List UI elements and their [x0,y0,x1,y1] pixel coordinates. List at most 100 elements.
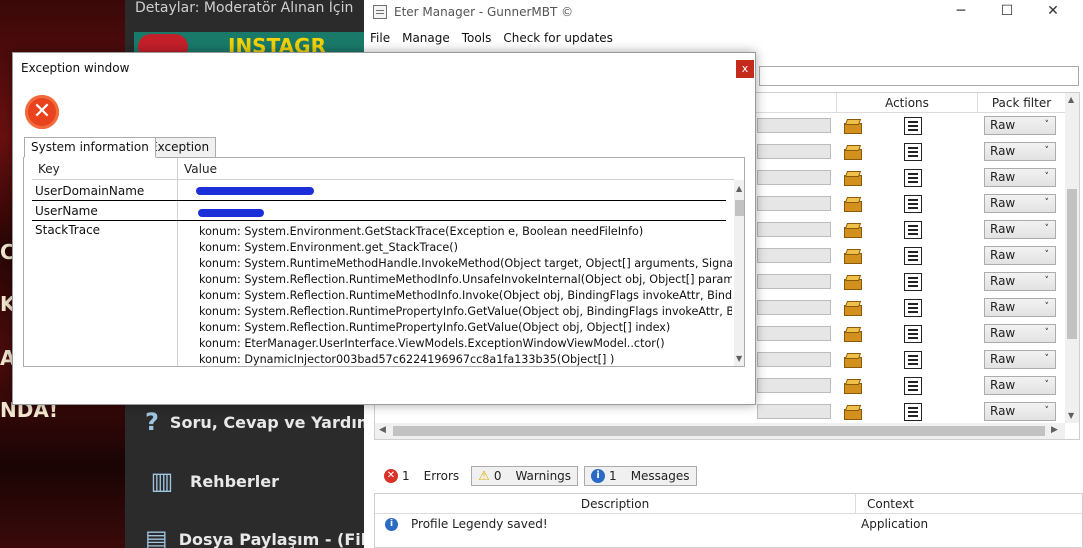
table-row[interactable]: UserName [32,202,726,221]
pack-filter-select[interactable]: Raw ˅ [984,194,1056,213]
nav-item-help[interactable]: ? Soru, Cevap ve Yardım [145,406,366,438]
messages-toggle[interactable]: i 1 Messages [584,466,697,486]
menu-check-updates[interactable]: Check for updates [497,28,619,48]
description-column-header[interactable]: Description [375,494,855,514]
warnings-toggle[interactable]: ⚠ 0 Warnings [471,466,579,486]
box-icon[interactable] [843,247,863,265]
file-icon: ▤ [145,525,168,548]
box-icon[interactable] [843,195,863,213]
box-icon[interactable] [843,169,863,187]
list-icon[interactable] [904,169,922,187]
list-icon[interactable] [904,299,922,317]
maximize-button[interactable]: ☐ [984,0,1030,24]
scroll-left-icon[interactable]: ◀ [379,425,386,435]
box-icon[interactable] [843,143,863,161]
box-icon[interactable] [843,403,863,421]
table-row[interactable]: UserDomainName [32,182,726,201]
message-context: Application [861,517,929,531]
box-icon[interactable] [843,221,863,239]
scroll-down-icon[interactable]: ▼ [736,354,742,363]
minimize-button[interactable]: ─ [938,0,984,24]
select-value: Raw [990,300,1016,314]
stack-trace-line: konum: System.Environment.GetStackTrace(… [199,225,644,238]
scroll-up-icon[interactable]: ▲ [736,184,742,193]
nav-item-label: Rehberler [190,471,279,491]
scroll-down-icon[interactable]: ▼ [1068,411,1074,420]
messages-table: Description Context i Profile Legendy sa… [374,493,1083,548]
errors-toggle[interactable]: ✕ 1 Errors [378,466,465,486]
pack-filter-select[interactable]: Raw ˅ [984,350,1056,369]
list-icon[interactable] [904,273,922,291]
pack-filter-select[interactable]: Raw ˅ [984,324,1056,343]
vertical-scrollbar[interactable]: ▲ ▼ [734,180,744,366]
box-icon[interactable] [843,273,863,291]
info-icon: i [591,469,606,483]
list-icon[interactable] [904,377,922,395]
progress-bar [757,118,831,133]
pack-filter-select[interactable]: Raw ˅ [984,298,1056,317]
pack-filter-select[interactable]: Raw ˅ [984,246,1056,265]
pack-filter-select[interactable]: Raw ˅ [984,402,1056,421]
chevron-down-icon: ˅ [1044,354,1050,364]
value-column-header[interactable]: Value [177,158,727,180]
title-bar[interactable]: Eter Manager - GunnerMBT © ─ ☐ ✕ [364,0,1083,24]
list-icon[interactable] [904,143,922,161]
pack-filter-select[interactable]: Raw ˅ [984,376,1056,395]
close-button[interactable]: x [736,60,754,78]
pack-filter-select[interactable]: Raw ˅ [984,272,1056,291]
list-icon[interactable] [904,351,922,369]
pack-filter-select[interactable]: Raw ˅ [984,168,1056,187]
nav-item-label: Dosya Paylaşım - (File [178,529,366,548]
chevron-down-icon: ˅ [1044,172,1050,182]
vertical-scrollbar[interactable]: ▲ ▼ [1065,93,1079,423]
scroll-thumb[interactable] [1067,189,1077,339]
box-icon[interactable] [843,377,863,395]
scroll-right-icon[interactable]: ▶ [1051,425,1058,435]
nav-item-guides[interactable]: ▥ Rehberler [145,465,366,497]
search-input[interactable] [759,66,1079,86]
app-icon [373,5,387,19]
stack-trace-line: konum: EterManager.UserInterface.ViewMod… [199,337,665,350]
menu-file[interactable]: File [364,28,396,48]
errors-label: Errors [423,469,460,483]
list-icon[interactable] [904,247,922,265]
box-icon[interactable] [843,325,863,343]
list-icon[interactable] [904,325,922,343]
errors-count: 1 [402,469,410,483]
chevron-down-icon: ˅ [1044,120,1050,130]
box-icon[interactable] [843,351,863,369]
scroll-thumb[interactable] [735,200,744,216]
nav-item-files[interactable]: ▤ Dosya Paylaşım - (File [145,523,366,548]
table-row[interactable]: i Profile Legendy saved! Application [375,514,1082,536]
list-icon[interactable] [904,117,922,135]
context-column-header[interactable]: Context [855,494,925,514]
chevron-down-icon: ˅ [1044,276,1050,286]
chevron-down-icon: ˅ [1044,302,1050,312]
pack-filter-select[interactable]: Raw ˅ [984,220,1056,239]
scroll-thumb[interactable] [393,426,1045,436]
select-value: Raw [990,248,1016,262]
chevron-down-icon: ˅ [1044,146,1050,156]
box-icon[interactable] [843,299,863,317]
pack-filter-column-header[interactable]: Pack filter [977,93,1065,113]
list-icon[interactable] [904,195,922,213]
horizontal-scrollbar[interactable]: ◀ ▶ [375,423,1065,439]
select-value: Raw [990,404,1016,418]
close-button[interactable]: ✕ [1030,0,1076,24]
actions-column-header[interactable]: Actions [836,93,977,113]
pack-filter-select[interactable]: Raw ˅ [984,116,1056,135]
menu-tools[interactable]: Tools [456,28,498,48]
key-column-header[interactable]: Key [32,158,177,180]
menu-manage[interactable]: Manage [396,28,456,48]
error-icon: ✕ [384,469,398,483]
list-icon[interactable] [904,221,922,239]
pack-filter-select[interactable]: Raw ˅ [984,142,1056,161]
message-description: Profile Legendy saved! [411,517,548,531]
tab-system-information[interactable]: System information [24,137,156,158]
error-icon: ✕ [25,95,59,129]
list-icon[interactable] [904,403,922,421]
select-value: Raw [990,352,1016,366]
message-filter-bar: ✕ 1 Errors ⚠ 0 Warnings i 1 Messages [378,465,703,487]
box-icon[interactable] [843,117,863,135]
scroll-up-icon[interactable]: ▲ [1068,95,1074,104]
